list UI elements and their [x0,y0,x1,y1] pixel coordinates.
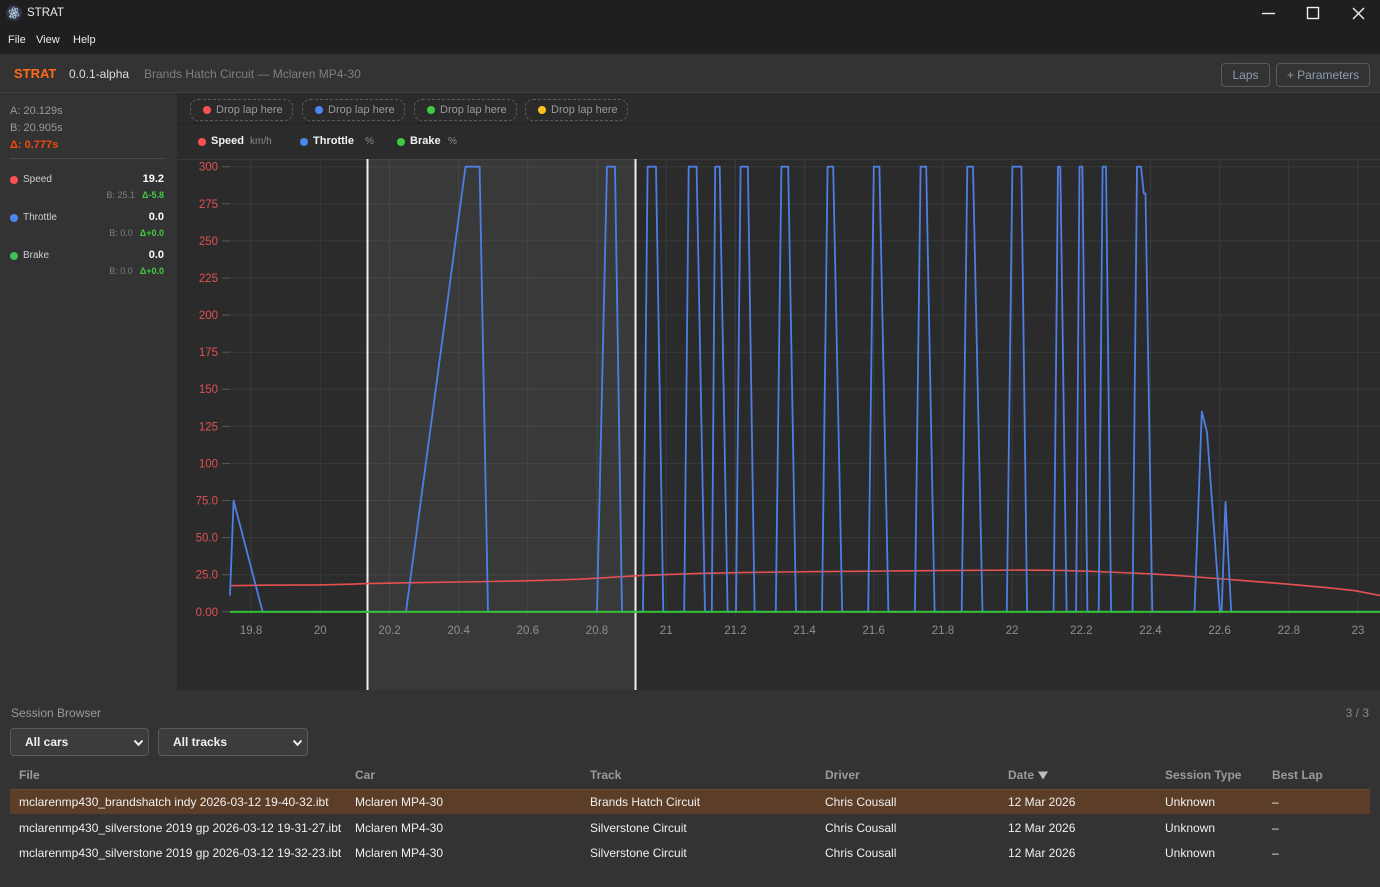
svg-text:20.2: 20.2 [378,625,400,637]
svg-text:23: 23 [1352,625,1365,637]
svg-text:275: 275 [199,199,218,211]
svg-text:125: 125 [199,421,218,433]
svg-text:20.6: 20.6 [517,625,539,637]
svg-text:300: 300 [199,162,218,174]
svg-text:20.8: 20.8 [586,625,608,637]
svg-text:22.6: 22.6 [1208,625,1230,637]
svg-text:150: 150 [199,384,218,396]
svg-text:22.4: 22.4 [1139,625,1162,637]
svg-text:250: 250 [199,236,218,248]
svg-text:200: 200 [199,310,218,322]
svg-text:20: 20 [314,625,327,637]
svg-text:22: 22 [1006,625,1019,637]
svg-text:19.8: 19.8 [240,625,262,637]
svg-text:225: 225 [199,273,218,285]
svg-text:21.6: 21.6 [863,625,885,637]
svg-text:22.8: 22.8 [1278,625,1300,637]
svg-text:21.4: 21.4 [793,625,816,637]
svg-text:21: 21 [660,625,673,637]
svg-text:22.2: 22.2 [1070,625,1092,637]
svg-text:0.00: 0.00 [196,607,218,619]
svg-text:25.0: 25.0 [196,570,218,582]
svg-text:100: 100 [199,458,218,470]
svg-text:21.2: 21.2 [724,625,746,637]
svg-text:175: 175 [199,347,218,359]
svg-text:20.4: 20.4 [448,625,471,637]
svg-text:75.0: 75.0 [196,496,218,508]
svg-text:21.8: 21.8 [932,625,954,637]
svg-text:50.0: 50.0 [196,533,218,545]
